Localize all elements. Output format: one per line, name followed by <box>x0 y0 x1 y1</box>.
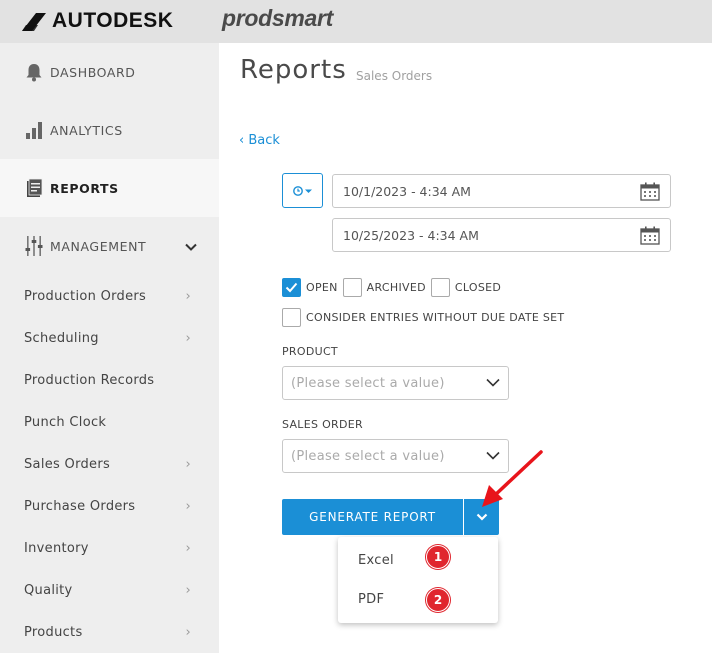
start-date-value: 10/1/2023 - 4:34 AM <box>343 183 471 199</box>
sidebar-item-punch-clock[interactable]: Punch Clock <box>0 401 219 443</box>
chevron-right-icon: › <box>185 456 191 472</box>
annotation-arrow-icon <box>482 450 543 507</box>
sidebar-item-sales-orders[interactable]: Sales Orders › <box>0 443 219 485</box>
closed-checkbox[interactable] <box>430 278 450 297</box>
sidebar-item-dashboard[interactable]: DASHBOARD <box>0 43 219 101</box>
export-format-menu: Excel 1 PDF 2 <box>338 537 498 623</box>
sliders-icon <box>23 235 45 257</box>
generate-report-button[interactable]: GENERATE REPORT <box>282 499 463 535</box>
product-placeholder: (Please select a value) <box>291 375 445 391</box>
sidebar-item-label: Sales Orders <box>24 456 111 472</box>
end-date-field[interactable]: 10/25/2023 - 4:34 AM <box>332 218 671 252</box>
no-due-date-label: CONSIDER ENTRIES WITHOUT DUE DATE SET <box>306 311 565 324</box>
back-link[interactable]: ‹ Back <box>239 133 280 148</box>
chevron-right-icon: › <box>185 540 191 556</box>
archived-label: ARCHIVED <box>366 281 426 294</box>
sidebar-item-quality[interactable]: Quality › <box>0 569 219 611</box>
sidebar-item-management[interactable]: MANAGEMENT <box>0 217 219 275</box>
top-bar: AUTODESK prodsmart <box>0 0 712 43</box>
management-submenu: Production Orders › Scheduling › Production … <box>0 275 219 653</box>
open-checkbox[interactable] <box>282 278 301 297</box>
sidebar-item-production-records[interactable]: Production Records <box>0 359 219 401</box>
sidebar-item-products[interactable]: Products › <box>0 611 219 653</box>
bell-icon <box>23 61 45 83</box>
sidebar-item-label: Scheduling <box>24 330 99 346</box>
sales-order-placeholder: (Please select a value) <box>291 448 445 464</box>
clock-icon <box>292 185 312 196</box>
menu-item-excel[interactable]: Excel <box>358 553 394 568</box>
start-date-field[interactable]: 10/1/2023 - 4:34 AM <box>332 174 671 208</box>
sidebar-item-label: Production Orders <box>24 288 147 304</box>
sidebar-item-label: DASHBOARD <box>50 64 136 80</box>
autodesk-mark-icon <box>22 13 46 31</box>
page-subtitle: Sales Orders <box>356 69 433 83</box>
step-badge-1: 1 <box>426 545 450 569</box>
check-icon <box>285 282 298 293</box>
no-due-date-checkbox[interactable] <box>282 308 301 327</box>
product-select[interactable]: (Please select a value) <box>282 366 509 400</box>
chevron-down-icon <box>185 239 197 254</box>
date-preset-button[interactable] <box>282 173 323 208</box>
closed-label: CLOSED <box>454 281 502 294</box>
sidebar-item-production-orders[interactable]: Production Orders › <box>0 275 219 317</box>
status-filters: OPEN ARCHIVED CLOSED <box>282 278 506 297</box>
autodesk-wordmark: AUTODESK <box>52 9 174 32</box>
end-date-value: 10/25/2023 - 4:34 AM <box>343 227 479 243</box>
sidebar-item-scheduling[interactable]: Scheduling › <box>0 317 219 359</box>
sidebar-item-label: Production Records <box>24 372 155 388</box>
open-label: OPEN <box>306 281 338 294</box>
chevron-right-icon: › <box>185 624 191 640</box>
sidebar-item-purchase-orders[interactable]: Purchase Orders › <box>0 485 219 527</box>
sidebar-item-analytics[interactable]: ANALYTICS <box>0 101 219 159</box>
chevron-right-icon: › <box>185 498 191 514</box>
chevron-right-icon: › <box>185 330 191 346</box>
prodsmart-logo: prodsmart <box>222 5 334 31</box>
sidebar-item-reports[interactable]: REPORTS <box>0 159 219 217</box>
sidebar-item-label: MANAGEMENT <box>50 238 147 254</box>
due-date-filter: CONSIDER ENTRIES WITHOUT DUE DATE SET <box>282 308 569 327</box>
menu-item-pdf[interactable]: PDF <box>358 592 384 607</box>
calendar-icon[interactable] <box>640 182 660 201</box>
bar-chart-icon <box>23 119 45 141</box>
sidebar-item-label: Punch Clock <box>24 414 107 430</box>
calendar-icon[interactable] <box>640 226 660 245</box>
document-icon <box>23 177 45 199</box>
product-label: PRODUCT <box>282 345 338 358</box>
sidebar-item-label: Quality <box>24 582 73 598</box>
autodesk-logo: AUTODESK <box>22 9 173 33</box>
sidebar-item-label: REPORTS <box>50 180 119 196</box>
step-badge-2: 2 <box>426 588 450 612</box>
sidebar-item-label: ANALYTICS <box>50 122 123 138</box>
sidebar-item-inventory[interactable]: Inventory › <box>0 527 219 569</box>
sidebar-item-label: Products <box>24 624 83 640</box>
chevron-right-icon: › <box>185 288 191 304</box>
page-title: Reports <box>240 55 347 85</box>
chevron-down-icon <box>486 378 500 387</box>
archived-checkbox[interactable] <box>342 278 362 297</box>
sidebar-item-label: Purchase Orders <box>24 498 136 514</box>
sales-order-label: SALES ORDER <box>282 418 363 431</box>
chevron-right-icon: › <box>185 582 191 598</box>
sidebar: DASHBOARD ANALYTICS REPORTS MANAGEMENT P… <box>0 43 219 653</box>
sidebar-item-label: Inventory <box>24 540 89 556</box>
